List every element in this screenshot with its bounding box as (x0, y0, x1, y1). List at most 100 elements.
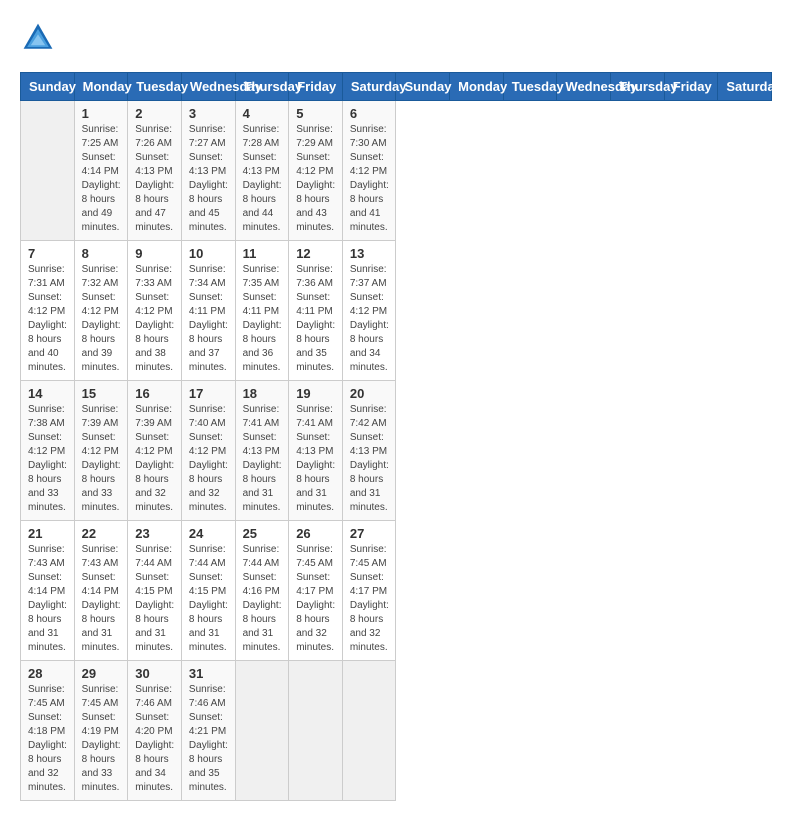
cell-info: Sunrise: 7:29 AMSunset: 4:12 PMDaylight:… (296, 123, 335, 235)
calendar-cell: 16 Sunrise: 7:39 AMSunset: 4:12 PMDayligh… (128, 381, 182, 521)
cell-info: Sunrise: 7:33 AMSunset: 4:12 PMDaylight:… (135, 263, 174, 375)
calendar-cell: 21Sunrise: 7:43 AMSunset: 4:14 PMDayligh… (21, 521, 75, 661)
calendar-cell: 17 Sunrise: 7:40 AMSunset: 4:12 PMDayligh… (181, 381, 235, 521)
weekday-header-thursday: Thursday (611, 73, 665, 101)
day-number: 11 (243, 246, 282, 261)
day-number: 13 (350, 246, 389, 261)
logo-icon (20, 20, 56, 56)
calendar-cell: 11 Sunrise: 7:35 AMSunset: 4:11 PMDayligh… (235, 241, 289, 381)
calendar-cell (289, 661, 343, 801)
day-number: 25 (243, 526, 282, 541)
day-number: 21 (28, 526, 67, 541)
calendar-cell: 27Sunrise: 7:45 AMSunset: 4:17 PMDayligh… (342, 521, 396, 661)
day-number: 28 (28, 666, 67, 681)
calendar-cell (21, 101, 75, 241)
calendar-week-3: 14Sunrise: 7:38 AMSunset: 4:12 PMDayligh… (21, 381, 772, 521)
cell-info: Sunrise: 7:25 AMSunset: 4:14 PMDaylight:… (82, 123, 121, 235)
cell-info: Sunrise: 7:45 AMSunset: 4:19 PMDaylight:… (82, 683, 121, 795)
weekday-header-tuesday: Tuesday (503, 73, 557, 101)
page-header (20, 20, 772, 56)
day-number: 31 (189, 666, 228, 681)
calendar-cell: 25 Sunrise: 7:44 AMSunset: 4:16 PMDayligh… (235, 521, 289, 661)
calendar-cell: 30 Sunrise: 7:46 AMSunset: 4:20 PMDayligh… (128, 661, 182, 801)
cell-info: Sunrise: 7:35 AMSunset: 4:11 PMDaylight:… (243, 263, 282, 375)
day-number: 8 (82, 246, 121, 261)
cell-info: Sunrise: 7:26 AMSunset: 4:13 PMDaylight:… (135, 123, 174, 235)
day-number: 12 (296, 246, 335, 261)
day-number: 26 (296, 526, 335, 541)
header-monday: Monday (74, 73, 128, 101)
cell-info: Sunrise: 7:44 AMSunset: 4:15 PMDaylight:… (135, 543, 174, 655)
day-number: 23 (135, 526, 174, 541)
header-thursday: Thursday (235, 73, 289, 101)
header-wednesday: Wednesday (181, 73, 235, 101)
cell-info: Sunrise: 7:38 AMSunset: 4:12 PMDaylight:… (28, 403, 67, 515)
cell-info: Sunrise: 7:40 AMSunset: 4:12 PMDaylight:… (189, 403, 228, 515)
calendar-week-4: 21 Sunrise: 7:43 AMSunset: 4:14 PMDayligh… (21, 521, 772, 661)
day-number: 3 (189, 106, 228, 121)
calendar-cell: 31 Sunrise: 7:46 AMSunset: 4:21 PMDayligh… (181, 661, 235, 801)
calendar-week-5: 28 Sunrise: 7:45 AMSunset: 4:18 PMDayligh… (21, 661, 772, 801)
cell-info: Sunrise: 7:42 AMSunset: 4:13 PMDaylight:… (350, 403, 389, 515)
day-number: 30 (135, 666, 174, 681)
day-number: 5 (296, 106, 335, 121)
day-number: 1 (82, 106, 121, 121)
calendar-cell: 26 Sunrise: 7:45 AMSunset: 4:17 PMDayligh… (289, 521, 343, 661)
day-number: 16 (135, 386, 174, 401)
header-saturday: Saturday (342, 73, 396, 101)
weekday-header-sunday: Sunday (396, 73, 450, 101)
logo (20, 20, 62, 56)
day-number: 22 (82, 526, 121, 541)
day-number: 17 (189, 386, 228, 401)
day-number: 9 (135, 246, 174, 261)
cell-info: Sunrise: 7:45 AMSunset: 4:18 PMDaylight:… (28, 683, 67, 795)
cell-info: Sunrise: 7:41 AMSunset: 4:13 PMDaylight:… (296, 403, 335, 515)
cell-info: Sunrise: 7:32 AMSunset: 4:12 PMDaylight:… (82, 263, 121, 375)
calendar-cell: 9 Sunrise: 7:33 AMSunset: 4:12 PMDaylight… (128, 241, 182, 381)
cell-info: Sunrise: 7:45 AMSunset: 4:17 PMDaylight:… (296, 543, 335, 655)
cell-info: Sunrise: 7:46 AMSunset: 4:20 PMDaylight:… (135, 683, 174, 795)
calendar-cell: 3 Sunrise: 7:27 AMSunset: 4:13 PMDaylight… (181, 101, 235, 241)
calendar-header-row: SundayMondayTuesdayWednesdayThursdayFrid… (21, 73, 772, 101)
cell-info: Sunrise: 7:36 AMSunset: 4:11 PMDaylight:… (296, 263, 335, 375)
day-number: 10 (189, 246, 228, 261)
cell-info: Sunrise: 7:39 AMSunset: 4:12 PMDaylight:… (135, 403, 174, 515)
day-number: 7 (28, 246, 67, 261)
calendar-cell: 15Sunrise: 7:39 AMSunset: 4:12 PMDayligh… (74, 381, 128, 521)
cell-info: Sunrise: 7:31 AMSunset: 4:12 PMDaylight:… (28, 263, 67, 375)
calendar-cell: 2 Sunrise: 7:26 AMSunset: 4:13 PMDaylight… (128, 101, 182, 241)
cell-info: Sunrise: 7:27 AMSunset: 4:13 PMDaylight:… (189, 123, 228, 235)
cell-info: Sunrise: 7:46 AMSunset: 4:21 PMDaylight:… (189, 683, 228, 795)
header-sunday: Sunday (21, 73, 75, 101)
calendar-cell: 10 Sunrise: 7:34 AMSunset: 4:11 PMDayligh… (181, 241, 235, 381)
day-number: 15 (82, 386, 121, 401)
calendar-cell: 14Sunrise: 7:38 AMSunset: 4:12 PMDayligh… (21, 381, 75, 521)
calendar-cell: 6Sunrise: 7:30 AMSunset: 4:12 PMDaylight… (342, 101, 396, 241)
calendar-cell: 13Sunrise: 7:37 AMSunset: 4:12 PMDayligh… (342, 241, 396, 381)
day-number: 6 (350, 106, 389, 121)
calendar-cell: 18Sunrise: 7:41 AMSunset: 4:13 PMDayligh… (235, 381, 289, 521)
calendar-cell: 19Sunrise: 7:41 AMSunset: 4:13 PMDayligh… (289, 381, 343, 521)
calendar-cell: 4Sunrise: 7:28 AMSunset: 4:13 PMDaylight… (235, 101, 289, 241)
calendar-cell: 20 Sunrise: 7:42 AMSunset: 4:13 PMDayligh… (342, 381, 396, 521)
calendar-cell: 29 Sunrise: 7:45 AMSunset: 4:19 PMDayligh… (74, 661, 128, 801)
weekday-header-friday: Friday (664, 73, 718, 101)
weekday-header-wednesday: Wednesday (557, 73, 611, 101)
day-number: 29 (82, 666, 121, 681)
header-friday: Friday (289, 73, 343, 101)
cell-info: Sunrise: 7:44 AMSunset: 4:16 PMDaylight:… (243, 543, 282, 655)
calendar-cell (235, 661, 289, 801)
weekday-header-monday: Monday (450, 73, 504, 101)
calendar-cell (342, 661, 396, 801)
calendar-week-1: 1 Sunrise: 7:25 AMSunset: 4:14 PMDaylight… (21, 101, 772, 241)
day-number: 20 (350, 386, 389, 401)
calendar-cell: 24Sunrise: 7:44 AMSunset: 4:15 PMDayligh… (181, 521, 235, 661)
calendar-cell: 5 Sunrise: 7:29 AMSunset: 4:12 PMDaylight… (289, 101, 343, 241)
cell-info: Sunrise: 7:34 AMSunset: 4:11 PMDaylight:… (189, 263, 228, 375)
day-number: 24 (189, 526, 228, 541)
calendar-cell: 22 Sunrise: 7:43 AMSunset: 4:14 PMDayligh… (74, 521, 128, 661)
cell-info: Sunrise: 7:43 AMSunset: 4:14 PMDaylight:… (82, 543, 121, 655)
calendar-cell: 28 Sunrise: 7:45 AMSunset: 4:18 PMDayligh… (21, 661, 75, 801)
day-number: 2 (135, 106, 174, 121)
day-number: 27 (350, 526, 389, 541)
